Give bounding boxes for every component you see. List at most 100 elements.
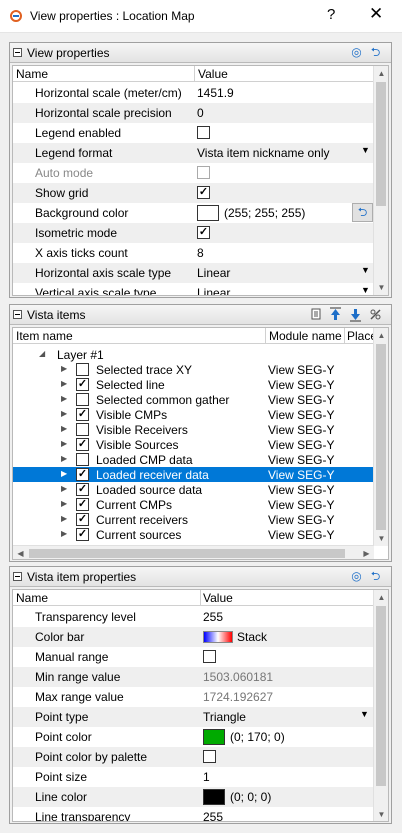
property-value[interactable]: (255; 255; 255) bbox=[224, 206, 305, 220]
property-value[interactable]: 255 bbox=[203, 810, 223, 821]
item-checkbox[interactable] bbox=[76, 363, 89, 376]
scroll-down-icon[interactable]: ▼ bbox=[374, 807, 388, 821]
reset-icon[interactable]: ⮌ bbox=[368, 45, 383, 60]
tree-item-selected-trace-xy[interactable]: ▶ Selected trace XY View SEG-Y bbox=[13, 362, 388, 377]
checkbox[interactable] bbox=[203, 750, 216, 763]
target-icon[interactable]: ◎ bbox=[349, 45, 364, 60]
scroll-up-icon[interactable]: ▲ bbox=[374, 328, 388, 343]
color-swatch[interactable] bbox=[203, 789, 225, 805]
collapse-arrow-icon[interactable]: ◢ bbox=[39, 349, 45, 358]
close-button[interactable]: ✕ bbox=[369, 4, 383, 24]
expand-arrow-icon[interactable]: ▶ bbox=[61, 409, 67, 418]
expand-arrow-icon[interactable]: ▶ bbox=[61, 514, 67, 523]
view-properties-header[interactable]: View properties ◎ ⮌ bbox=[10, 43, 391, 63]
property-row-transparency-level[interactable]: Transparency level 255 bbox=[13, 607, 388, 627]
property-row-isometric-mode[interactable]: Isometric mode ✓ bbox=[13, 223, 388, 243]
tree-item-current-cmps[interactable]: ▶ ✓ Current CMPs View SEG-Y bbox=[13, 497, 388, 512]
column-name[interactable]: Name bbox=[16, 67, 48, 81]
collapse-icon[interactable] bbox=[13, 572, 22, 581]
item-checkbox[interactable] bbox=[76, 423, 89, 436]
column-name[interactable]: Name bbox=[16, 591, 48, 605]
dropdown-arrow-icon[interactable]: ▼ bbox=[361, 265, 370, 275]
dropdown-arrow-icon[interactable]: ▼ bbox=[361, 285, 370, 295]
scroll-right-icon[interactable]: ▶ bbox=[359, 546, 374, 559]
scroll-left-icon[interactable]: ◀ bbox=[13, 546, 28, 559]
tree-item-selected-common-gather[interactable]: ▶ Selected common gather View SEG-Y bbox=[13, 392, 388, 407]
property-row-manual-range[interactable]: Manual range bbox=[13, 647, 388, 667]
item-checkbox[interactable]: ✓ bbox=[76, 483, 89, 496]
property-value[interactable]: 1451.9 bbox=[197, 86, 234, 100]
tree-item-current-sources[interactable]: ▶ ✓ Current sources View SEG-Y bbox=[13, 527, 388, 542]
property-value[interactable]: (0; 0; 0) bbox=[230, 790, 271, 804]
expand-arrow-icon[interactable]: ▶ bbox=[61, 529, 67, 538]
item-checkbox[interactable]: ✓ bbox=[76, 438, 89, 451]
item-checkbox[interactable]: ✓ bbox=[76, 408, 89, 421]
scroll-down-icon[interactable]: ▼ bbox=[374, 531, 388, 546]
item-checkbox[interactable] bbox=[76, 453, 89, 466]
move-down-icon[interactable] bbox=[348, 307, 363, 322]
property-value[interactable]: Vista item nickname only bbox=[197, 146, 330, 160]
property-row-point-type[interactable]: Point type Triangle ▼ bbox=[13, 707, 388, 727]
property-row-show-grid[interactable]: Show grid ✓ bbox=[13, 183, 388, 203]
vertical-scrollbar[interactable]: ▲ ▼ bbox=[373, 590, 388, 821]
property-value[interactable]: Linear bbox=[197, 266, 230, 280]
item-checkbox[interactable]: ✓ bbox=[76, 498, 89, 511]
property-row-legend-format[interactable]: Legend format Vista item nickname only ▼ bbox=[13, 143, 388, 163]
item-checkbox[interactable] bbox=[76, 393, 89, 406]
tree-item-visible-receivers[interactable]: ▶ Visible Receivers View SEG-Y bbox=[13, 422, 388, 437]
reset-icon[interactable]: ⮌ bbox=[368, 569, 383, 584]
property-row-horizontal-scale-meter-cm[interactable]: Horizontal scale (meter/cm) 1451.9 bbox=[13, 83, 388, 103]
vertical-scrollbar[interactable]: ▲ ▼ bbox=[373, 66, 388, 295]
property-value[interactable]: Triangle bbox=[203, 710, 246, 724]
property-row-min-range-value[interactable]: Min range value 1503.060181 bbox=[13, 667, 388, 687]
tree-item-visible-cmps[interactable]: ▶ ✓ Visible CMPs View SEG-Y bbox=[13, 407, 388, 422]
expand-arrow-icon[interactable]: ▶ bbox=[61, 484, 67, 493]
property-row-color-bar[interactable]: Color bar Stack bbox=[13, 627, 388, 647]
item-checkbox[interactable]: ✓ bbox=[76, 468, 89, 481]
property-value[interactable]: 1 bbox=[203, 770, 210, 784]
property-row-auto-mode[interactable]: Auto mode bbox=[13, 163, 388, 183]
expand-arrow-icon[interactable]: ▶ bbox=[61, 454, 67, 463]
hscroll-thumb[interactable] bbox=[29, 549, 345, 558]
tree-item-selected-line[interactable]: ▶ ✓ Selected line View SEG-Y bbox=[13, 377, 388, 392]
property-value[interactable]: Linear bbox=[197, 286, 230, 295]
tree-item-current-receivers[interactable]: ▶ ✓ Current receivers View SEG-Y bbox=[13, 512, 388, 527]
property-value[interactable]: 1724.192627 bbox=[203, 690, 273, 704]
expand-arrow-icon[interactable]: ▶ bbox=[61, 439, 67, 448]
dropdown-arrow-icon[interactable]: ▼ bbox=[360, 709, 369, 719]
vista-item-properties-header[interactable]: Vista item properties ◎ ⮌ bbox=[10, 567, 391, 587]
collapse-icon[interactable] bbox=[13, 48, 22, 57]
checkbox[interactable]: ✓ bbox=[197, 186, 210, 199]
item-checkbox[interactable]: ✓ bbox=[76, 378, 89, 391]
scroll-thumb[interactable] bbox=[376, 606, 386, 786]
reset-color-button[interactable]: ⮌ bbox=[352, 203, 373, 222]
layers-icon[interactable] bbox=[309, 307, 324, 322]
item-checkbox[interactable]: ✓ bbox=[76, 513, 89, 526]
property-value[interactable]: 1503.060181 bbox=[203, 670, 273, 684]
property-value[interactable]: (0; 170; 0) bbox=[230, 730, 285, 744]
expand-arrow-icon[interactable]: ▶ bbox=[61, 469, 67, 478]
property-row-line-transparency[interactable]: Line transparency 255 bbox=[13, 807, 388, 821]
vista-items-header[interactable]: Vista items bbox=[10, 305, 391, 325]
tree-item-loaded-receiver-data[interactable]: ▶ ✓ Loaded receiver data View SEG-Y bbox=[13, 467, 388, 482]
property-value[interactable]: 8 bbox=[197, 246, 204, 260]
unlink-icon[interactable] bbox=[368, 307, 383, 322]
property-value[interactable]: 255 bbox=[203, 610, 223, 624]
help-button[interactable]: ? bbox=[327, 6, 335, 23]
collapse-icon[interactable] bbox=[13, 310, 22, 319]
property-row-x-axis-ticks-count[interactable]: X axis ticks count 8 bbox=[13, 243, 388, 263]
target-icon[interactable]: ◎ bbox=[349, 569, 364, 584]
color-swatch[interactable] bbox=[197, 205, 219, 221]
item-checkbox[interactable]: ✓ bbox=[76, 528, 89, 541]
scroll-thumb[interactable] bbox=[376, 82, 386, 206]
property-row-point-size[interactable]: Point size 1 bbox=[13, 767, 388, 787]
tree-item-visible-sources[interactable]: ▶ ✓ Visible Sources View SEG-Y bbox=[13, 437, 388, 452]
property-row-legend-enabled[interactable]: Legend enabled bbox=[13, 123, 388, 143]
expand-arrow-icon[interactable]: ▶ bbox=[61, 379, 67, 388]
expand-arrow-icon[interactable]: ▶ bbox=[61, 364, 67, 373]
property-row-point-color-by-palette[interactable]: Point color by palette bbox=[13, 747, 388, 767]
move-up-icon[interactable] bbox=[328, 307, 343, 322]
property-row-line-color[interactable]: Line color (0; 0; 0) bbox=[13, 787, 388, 807]
property-row-point-color[interactable]: Point color (0; 170; 0) bbox=[13, 727, 388, 747]
property-row-horizontal-scale-precision[interactable]: Horizontal scale precision 0 bbox=[13, 103, 388, 123]
